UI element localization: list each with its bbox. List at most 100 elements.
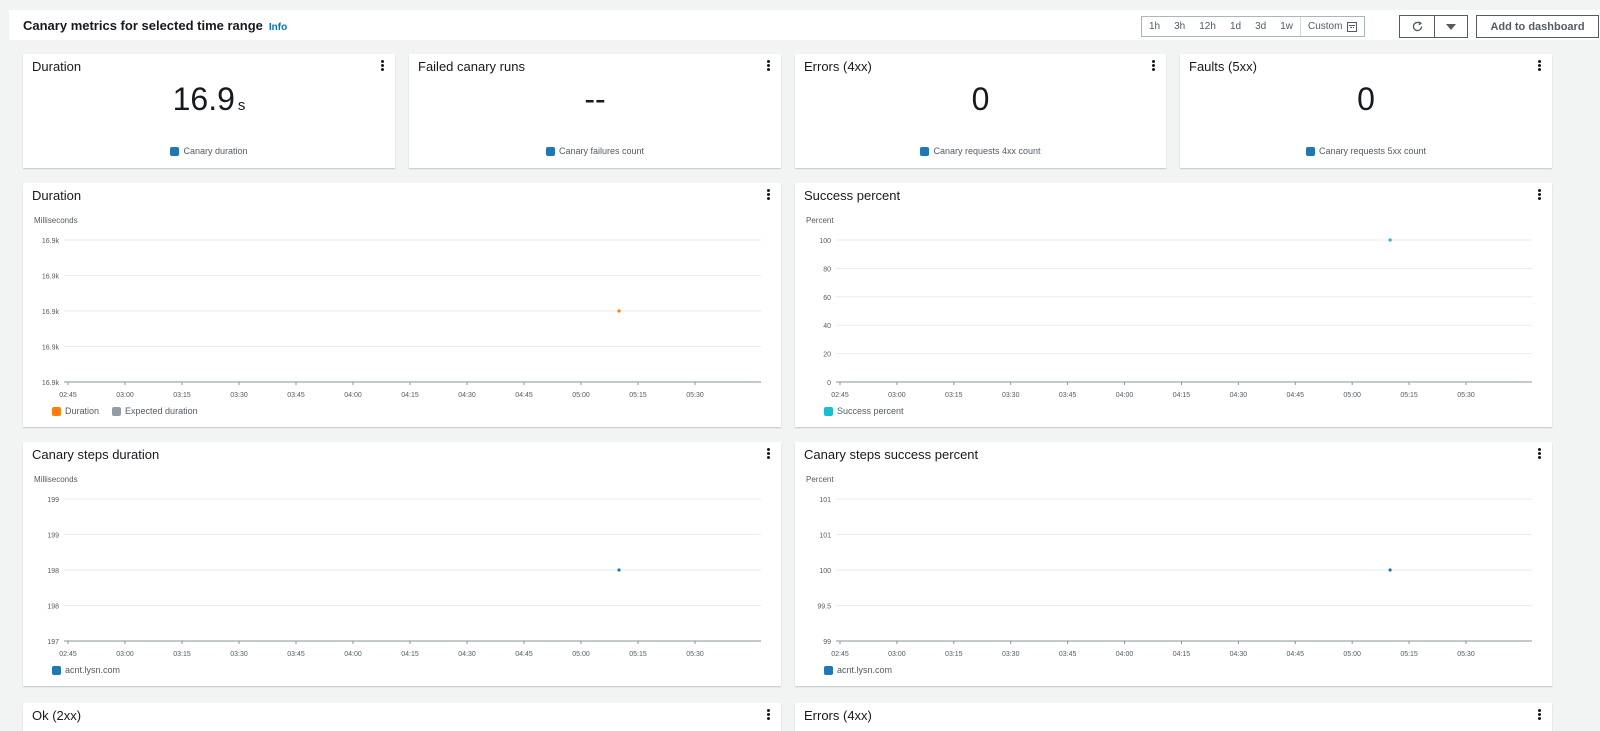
more-options-icon[interactable] [1149, 59, 1157, 73]
legend-swatch [112, 406, 122, 416]
stat-number: 0 [971, 81, 990, 117]
x-tick-label: 04:45 [515, 651, 533, 658]
panel-title: Errors (4xx) [804, 708, 872, 723]
y-tick-label: 40 [823, 323, 831, 330]
legend-label[interactable]: acnt.lysn.com [837, 665, 892, 675]
x-tick-label: 04:15 [1173, 392, 1191, 399]
legend-swatch [170, 146, 180, 156]
x-tick-label: 05:00 [572, 651, 590, 658]
refresh-options-dropdown[interactable] [1434, 15, 1468, 38]
chart-plot: 16.9k 16.9k 16.9k 16.9k 16.9k 02:45 03:00 03:15… [42, 238, 761, 399]
stat-value: -- [409, 81, 781, 118]
range-1w[interactable]: 1w [1273, 17, 1300, 36]
data-point [617, 309, 621, 313]
x-tick-label: 03:30 [230, 651, 248, 658]
page-title-text: Canary metrics for selected time range [23, 18, 263, 33]
ok-2xx-panel: Ok (2xx) [23, 703, 781, 731]
x-tick-label: 02:45 [59, 392, 77, 399]
range-3d[interactable]: 3d [1248, 17, 1273, 36]
stat-number: -- [584, 81, 606, 117]
range-custom-label: Custom [1307, 21, 1343, 32]
y-tick-label: 0 [827, 380, 831, 387]
x-tick-label: 05:30 [686, 392, 704, 399]
x-tick-label: 04:00 [344, 651, 362, 658]
y-tick-label: 101 [819, 497, 831, 504]
legend-label[interactable]: Duration [65, 406, 99, 416]
range-1h[interactable]: 1h [1142, 17, 1167, 36]
legend-swatch [920, 146, 930, 156]
more-options-icon[interactable] [378, 59, 386, 73]
more-options-icon[interactable] [1535, 59, 1543, 73]
stat-number: 0 [1357, 81, 1375, 117]
legend-label[interactable]: Expected duration [125, 406, 198, 416]
x-tick-label: 04:15 [401, 651, 419, 658]
range-12h[interactable]: 12h [1192, 17, 1223, 36]
caret-down-icon [1446, 23, 1456, 30]
x-tick-label: 03:15 [945, 651, 963, 658]
chart-legend: Success percent [824, 406, 904, 416]
range-3h[interactable]: 3h [1167, 17, 1192, 36]
more-options-icon[interactable] [764, 708, 772, 722]
more-options-icon[interactable] [764, 59, 772, 73]
y-tick-label: 16.9k [42, 309, 60, 316]
range-1d[interactable]: 1d [1223, 17, 1248, 36]
legend-label[interactable]: acnt.lysn.com [65, 665, 120, 675]
y-tick-label: 20 [823, 352, 831, 359]
panel-title: Errors (4xx) [804, 59, 872, 74]
refresh-button[interactable] [1399, 15, 1435, 38]
data-point [1388, 568, 1392, 572]
chart-panel-4: Canary steps success percent Percent 101 10… [795, 442, 1552, 686]
legend-label[interactable]: Success percent [837, 406, 904, 416]
x-tick-label: 02:45 [831, 651, 849, 658]
stat-panel-4: Faults (5xx) 0 Canary requests 5xx count [1180, 54, 1552, 168]
y-tick-label: 198 [47, 604, 59, 611]
stat-number: 16.9 [172, 81, 235, 117]
data-point [617, 568, 621, 572]
x-tick-label: 05:15 [1400, 392, 1418, 399]
stat-panel-1: Duration 16.9 s Canary duration [23, 54, 395, 168]
legend-swatch [52, 406, 61, 416]
calendar-icon [1347, 21, 1358, 32]
x-tick-label: 04:30 [458, 392, 476, 399]
x-tick-label: 03:45 [287, 651, 305, 658]
add-to-dashboard-button[interactable]: Add to dashboard [1476, 15, 1599, 38]
chart-legend: Duration Expected duration [52, 406, 198, 416]
x-tick-label: 03:45 [1059, 651, 1077, 658]
x-tick-label: 02:45 [59, 651, 77, 658]
y-tick-label: 199 [47, 497, 59, 504]
data-point [1388, 238, 1392, 242]
x-tick-label: 03:00 [116, 651, 134, 658]
page-title: Canary metrics for selected time range In… [23, 18, 287, 33]
x-tick-label: 04:00 [1116, 392, 1134, 399]
stat-panel-2: Failed canary runs -- Canary failures coun… [409, 54, 781, 168]
legend-swatch [824, 665, 833, 675]
x-tick-label: 04:15 [401, 392, 419, 399]
x-tick-label: 04:45 [1287, 392, 1305, 399]
x-tick-label: 03:00 [888, 651, 906, 658]
y-tick-label: 100 [819, 568, 831, 575]
panel-title: Duration [32, 59, 82, 74]
chart-plot: 199 199 198 198 19702:45 03:00 03:15 03:30 03:45… [47, 497, 761, 658]
panel-title: Ok (2xx) [32, 708, 82, 723]
legend-label: Canary requests 4xx count [933, 146, 1041, 156]
range-custom[interactable]: Custom [1299, 17, 1364, 36]
x-tick-label: 04:00 [1116, 651, 1134, 658]
x-tick-label: 05:00 [1343, 392, 1361, 399]
stat-value: 0 [795, 81, 1166, 118]
x-tick-label: 04:45 [515, 392, 533, 399]
x-tick-label: 05:00 [572, 392, 590, 399]
info-link[interactable]: Info [269, 22, 287, 33]
refresh-icon [1412, 21, 1422, 32]
y-tick-label: 99.5 [817, 604, 831, 611]
x-tick-label: 04:15 [1173, 651, 1191, 658]
y-tick-label: 16.9k [42, 238, 60, 245]
more-options-icon[interactable] [1535, 708, 1543, 722]
legend-swatch [824, 406, 833, 416]
x-tick-label: 03:15 [173, 392, 191, 399]
chart-panel-2: Success percent Percent 100 80 60 40 20 0 02:45 0… [795, 183, 1552, 427]
chart-plot: 100 80 60 40 20 002:45 03:00 03:15 03:30 03:45 04:… [819, 238, 1532, 399]
x-tick-label: 05:30 [1457, 392, 1475, 399]
x-tick-label: 04:30 [458, 651, 476, 658]
x-tick-label: 02:45 [831, 392, 849, 399]
stat-legend: Canary requests 5xx count [1180, 146, 1552, 156]
